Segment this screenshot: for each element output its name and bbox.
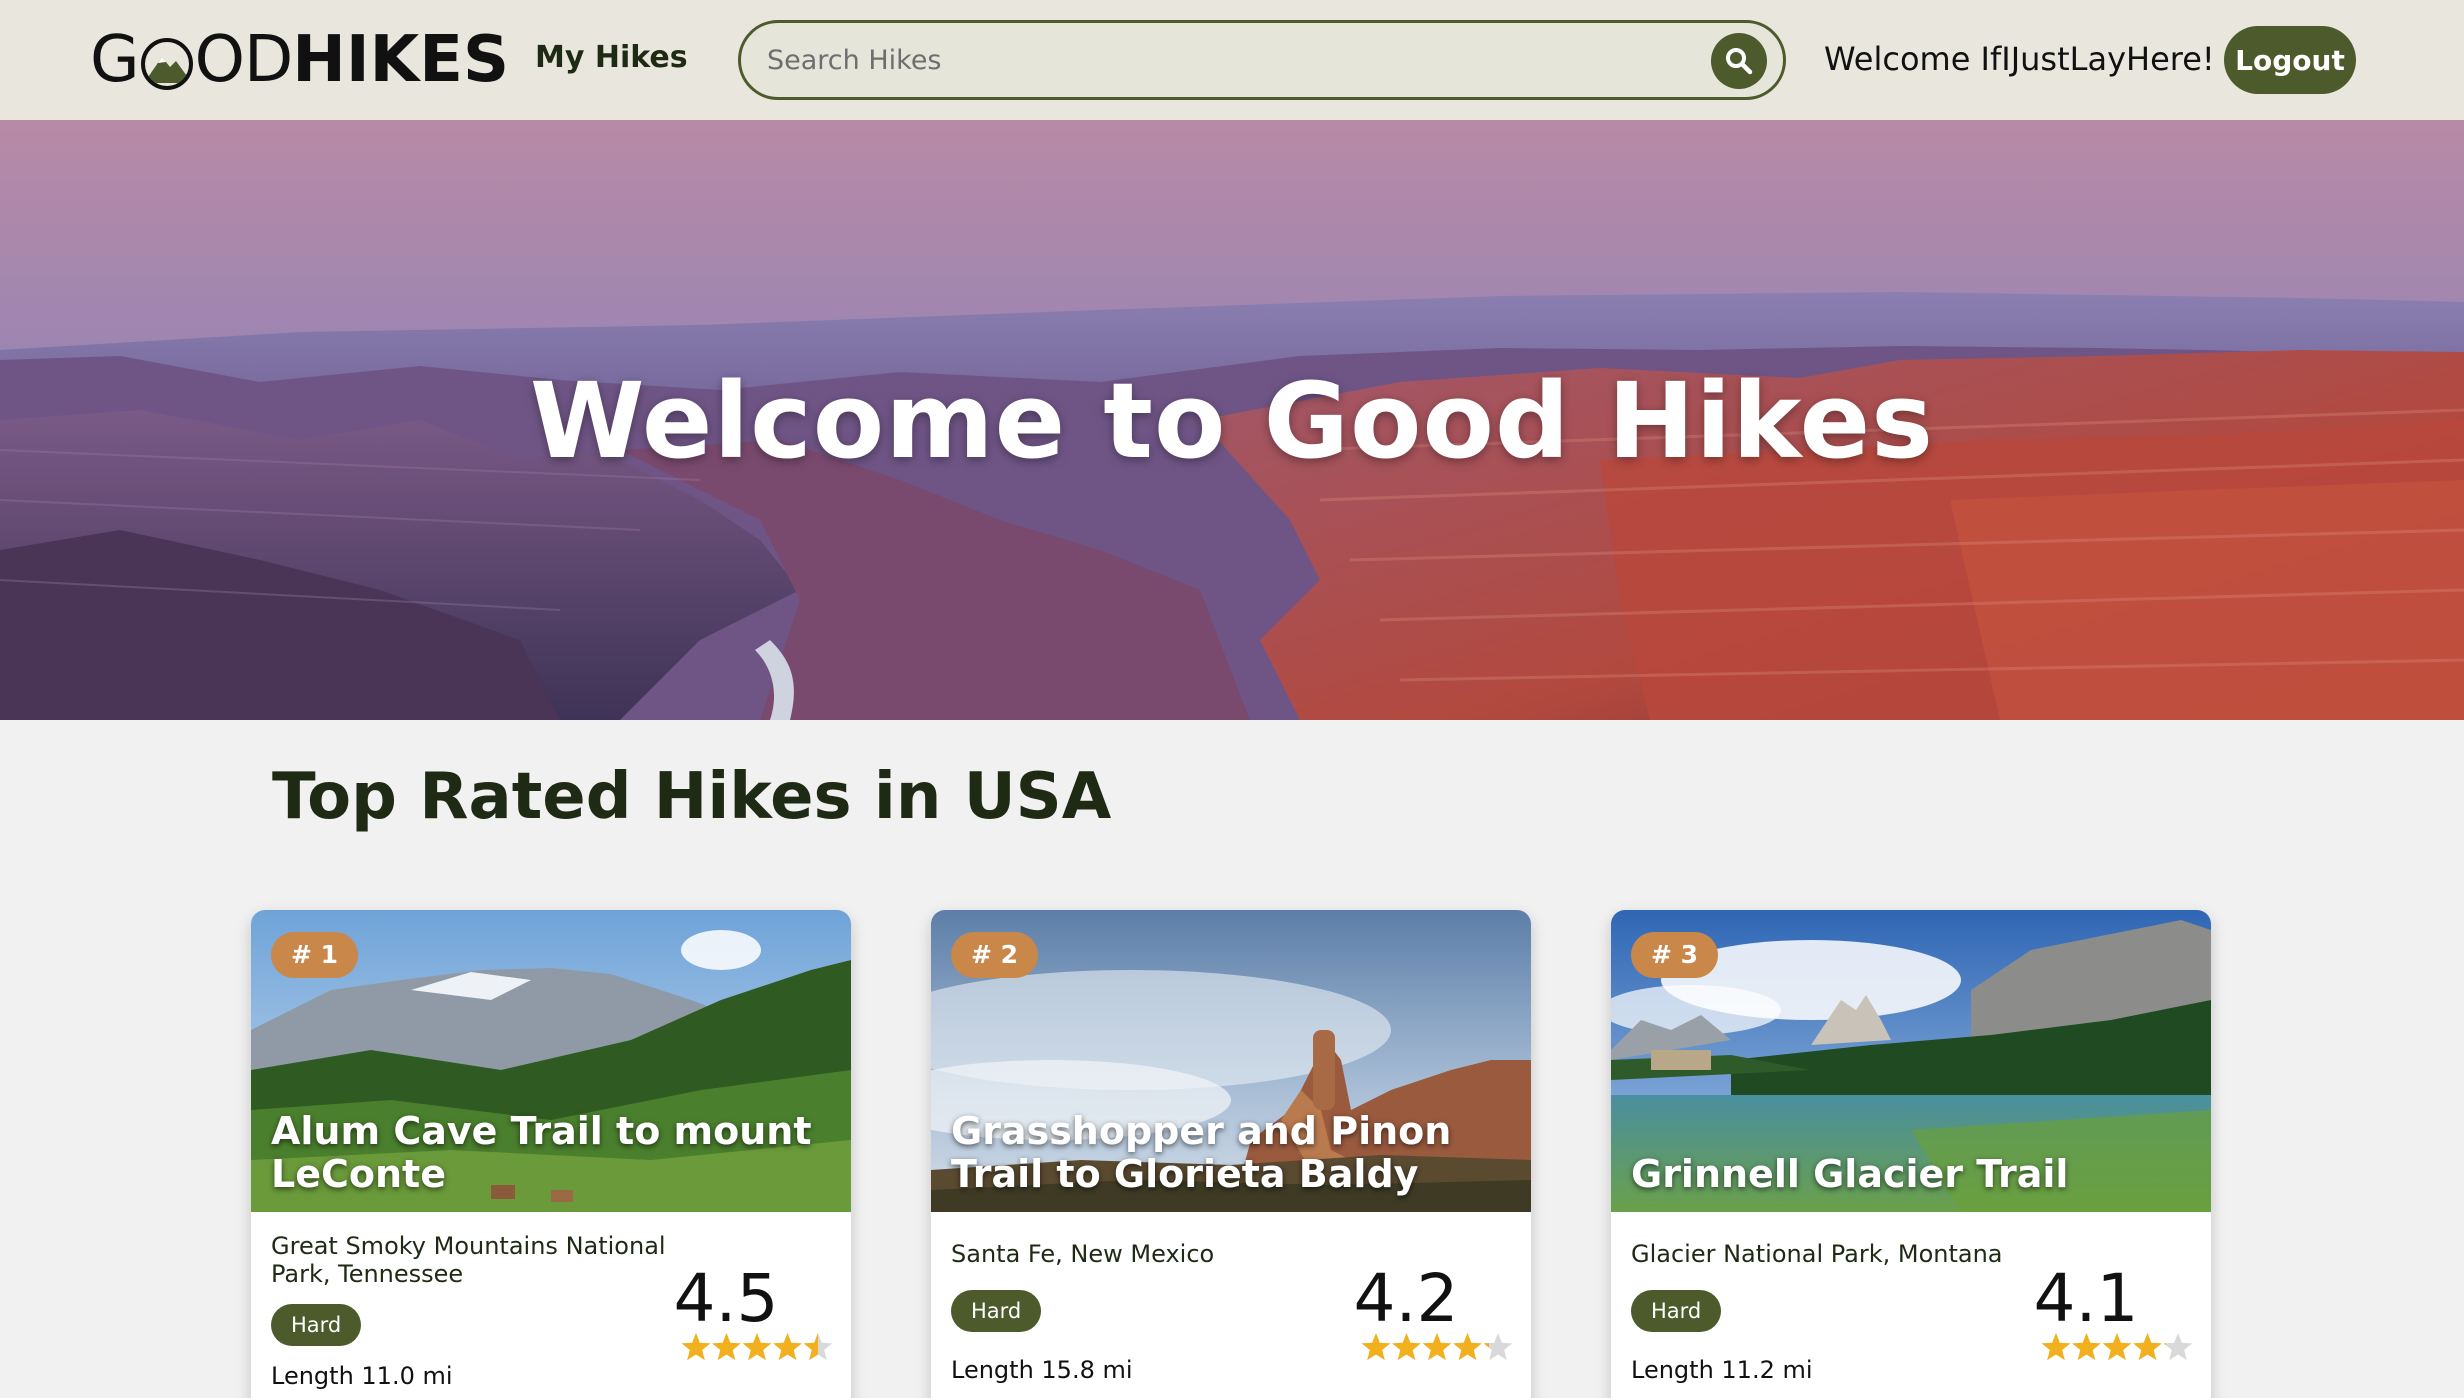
star-filled-icon: [1422, 1333, 1452, 1361]
hike-card[interactable]: # 3 Grinnell Glacier Trail Glacier Natio…: [1611, 910, 2211, 1398]
difficulty-badge: Hard: [951, 1290, 1042, 1332]
difficulty-badge: Hard: [1631, 1290, 1722, 1332]
star-rating: [1361, 1333, 1513, 1361]
hike-location: Great Smoky Mountains National Park, Ten…: [271, 1232, 666, 1288]
rating-value: 4.1: [2033, 1260, 2139, 1337]
hike-title[interactable]: Grasshopper and Pinon Trail to Glorieta …: [951, 1110, 1511, 1196]
star-filled-icon: [1453, 1333, 1482, 1361]
logo-text-g: G: [90, 23, 140, 97]
star-filled-icon: [1392, 1333, 1421, 1361]
hike-image: # 2 Grasshopper and Pinon Trail to Glori…: [931, 910, 1531, 1212]
hike-image: # 1 Alum Cave Trail to mount LeConte: [251, 910, 851, 1212]
star-filled-icon: [2072, 1333, 2101, 1361]
difficulty-badge: Hard: [271, 1304, 362, 1346]
search-button[interactable]: [1711, 33, 1767, 89]
search-bar: [738, 20, 1786, 100]
rating-value: 4.2: [1353, 1260, 1459, 1337]
section-title: Top Rated Hikes in USA: [272, 760, 1112, 834]
welcome-user-text: Welcome IfIJustLayHere!: [1824, 40, 2215, 78]
hike-length: Length 11.2 mi: [1631, 1356, 1813, 1384]
star-icon: [2163, 1333, 2193, 1361]
star-rating: [2041, 1333, 2193, 1361]
hero-title: Welcome to Good Hikes: [529, 360, 1935, 482]
logo-text-od: OD: [194, 23, 294, 97]
rank-badge: # 1: [271, 932, 359, 978]
hike-title[interactable]: Grinnell Glacier Trail: [1631, 1153, 2191, 1196]
star-filled-icon: [681, 1333, 711, 1361]
top-navbar: G OD HIKES My Hikes Welcome IfIJustLayHe…: [0, 0, 2464, 120]
star-filled-icon: [2133, 1333, 2162, 1361]
star-filled-icon: [773, 1333, 802, 1361]
mountain-logo-icon: [140, 33, 194, 90]
hike-location: Santa Fe, New Mexico: [951, 1240, 1215, 1268]
star-filled-icon: [742, 1333, 772, 1361]
hero-banner: Welcome to Good Hikes: [0, 120, 2464, 720]
star-filled-icon: [2041, 1333, 2071, 1361]
hike-length: Length 11.0 mi: [271, 1362, 453, 1390]
hike-location: Glacier National Park, Montana: [1631, 1240, 2003, 1268]
star-filled-icon: [2102, 1333, 2132, 1361]
rank-badge: # 2: [951, 932, 1039, 978]
logout-button[interactable]: Logout: [2224, 26, 2356, 94]
rating-value: 4.5: [673, 1260, 779, 1337]
rank-badge: # 3: [1631, 932, 1719, 978]
star-filled-icon: [712, 1333, 741, 1361]
star-filled-icon: [1361, 1333, 1391, 1361]
search-input[interactable]: [767, 23, 1687, 97]
nav-my-hikes-link[interactable]: My Hikes: [535, 40, 688, 75]
search-icon: [1726, 48, 1753, 75]
hike-card[interactable]: # 2 Grasshopper and Pinon Trail to Glori…: [931, 910, 1531, 1398]
hike-card[interactable]: # 1 Alum Cave Trail to mount LeConte Gre…: [251, 910, 851, 1398]
star-rating: [681, 1333, 833, 1361]
goodhikes-logo[interactable]: G OD HIKES: [90, 22, 509, 98]
logo-text-hikes: HIKES: [292, 23, 510, 97]
hike-title[interactable]: Alum Cave Trail to mount LeConte: [271, 1110, 831, 1196]
hike-image: # 3 Grinnell Glacier Trail: [1611, 910, 2211, 1212]
hike-length: Length 15.8 mi: [951, 1356, 1133, 1384]
